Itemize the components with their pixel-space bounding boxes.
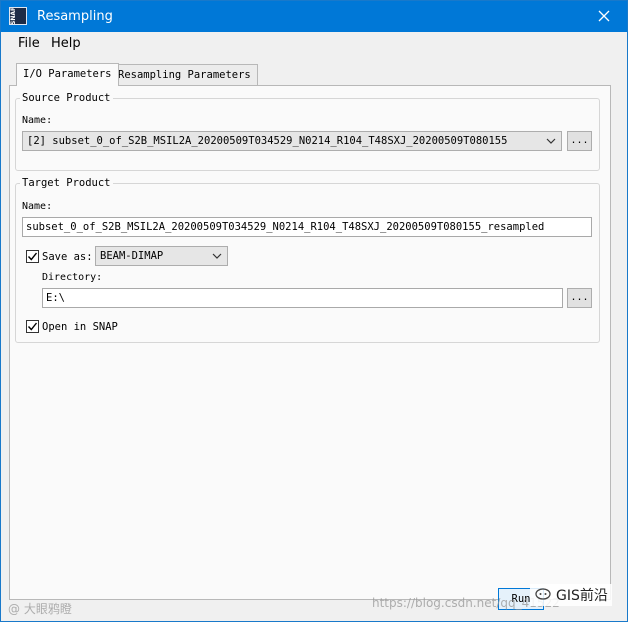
source-browse-button[interactable]: ... — [567, 131, 592, 151]
save-as-label: Save as: — [42, 251, 93, 263]
target-product-title: Target Product — [20, 177, 113, 189]
source-name-label: Name: — [22, 115, 53, 126]
target-name-label: Name: — [22, 201, 53, 212]
menu-help[interactable]: Help — [48, 36, 84, 51]
close-button[interactable] — [587, 5, 621, 27]
open-in-snap-label: Open in SNAP — [42, 321, 118, 333]
format-value: BEAM-DIMAP — [100, 250, 164, 262]
chevron-down-icon — [546, 138, 556, 144]
open-in-snap-checkbox[interactable] — [26, 320, 39, 333]
tab-resampling-parameters[interactable]: Resampling Parameters — [111, 64, 258, 86]
format-select[interactable]: BEAM-DIMAP — [95, 246, 228, 266]
source-product-title: Source Product — [20, 92, 113, 104]
checkmark-icon — [27, 252, 38, 261]
watermark-brand: GIS前沿 — [530, 584, 612, 606]
source-product-group: Source Product Name: [2] subset_0_of_S2B… — [15, 92, 600, 171]
source-product-value: [2] subset_0_of_S2B_MSIL2A_20200509T0345… — [27, 135, 508, 147]
io-parameters-panel: Source Product Name: [2] subset_0_of_S2B… — [9, 85, 611, 600]
chevron-down-icon — [212, 253, 222, 259]
target-product-group: Target Product Name: subset_0_of_S2B_MSI… — [15, 177, 600, 343]
directory-input[interactable]: E:\ — [42, 288, 563, 308]
directory-label: Directory: — [42, 272, 103, 283]
title-bar[interactable]: SNAP Resampling — [1, 1, 627, 32]
watermark-author: @ 大眼鸦瞪 — [8, 602, 72, 616]
source-product-select[interactable]: [2] subset_0_of_S2B_MSIL2A_20200509T0345… — [22, 131, 562, 151]
menu-bar: File Help — [1, 32, 627, 56]
brand-text: GIS前沿 — [556, 588, 608, 604]
tab-io-parameters[interactable]: I/O Parameters — [16, 63, 119, 86]
resampling-window: SNAP Resampling File Help I/O Parameters… — [0, 0, 628, 622]
checkmark-icon — [27, 322, 38, 331]
close-icon — [598, 10, 610, 22]
dialog-content: I/O Parameters Resampling Parameters Sou… — [9, 63, 619, 610]
target-name-input[interactable]: subset_0_of_S2B_MSIL2A_20200509T034529_N… — [22, 217, 592, 237]
brand-logo-icon — [535, 588, 551, 600]
save-as-checkbox[interactable] — [26, 250, 39, 263]
snap-app-icon: SNAP — [9, 7, 27, 25]
window-title: Resampling — [37, 9, 113, 24]
menu-file[interactable]: File — [15, 36, 43, 51]
directory-browse-button[interactable]: ... — [567, 288, 592, 308]
